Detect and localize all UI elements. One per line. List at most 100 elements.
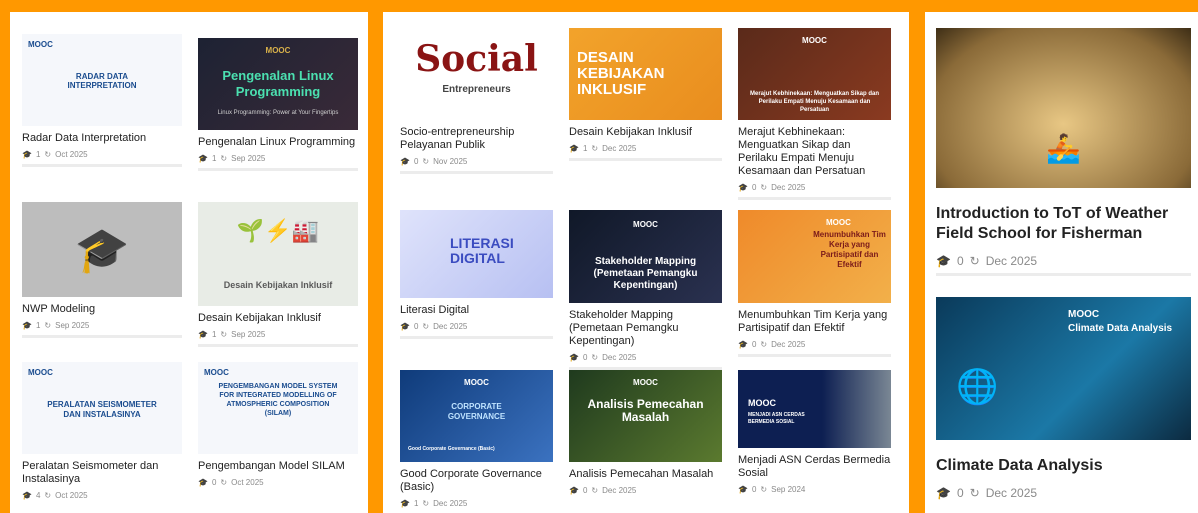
course-thumbnail[interactable]: MOOC Merajut Kebhinekaan: Menguatkan Sik… <box>738 28 891 120</box>
course-title[interactable]: Good Corporate Governance (Basic) <box>400 468 553 494</box>
refresh-icon: ↻ <box>422 157 430 166</box>
course-card[interactable]: MOOC Merajut Kebhinekaan: Menguatkan Sik… <box>738 28 891 200</box>
thumb-text: Pengenalan Linux Programming <box>222 68 334 99</box>
graduation-cap-icon: 🎓 <box>936 486 951 500</box>
thumb-tag: MOOC <box>28 40 53 49</box>
course-title[interactable]: Pengembangan Model SILAM <box>198 460 358 473</box>
course-title[interactable]: Desain Kebijakan Inklusif <box>569 126 722 139</box>
course-title[interactable]: Radar Data Interpretation <box>22 132 182 145</box>
thumb-subtext: Good Corporate Governance (Basic) <box>408 446 495 452</box>
enroll-count: 0 <box>582 486 588 495</box>
course-thumbnail[interactable]: MOOC Menumbuhkan Tim Kerja yang Partisip… <box>738 210 891 303</box>
course-thumbnail[interactable]: Social Entrepreneurs <box>400 28 553 120</box>
course-thumbnail[interactable]: 🎓 <box>22 202 182 297</box>
course-thumbnail[interactable]: MOOC MENJADI ASN CERDAS BERMEDIA SOSIAL <box>738 370 891 448</box>
course-meta: 🎓 0 ↻ Dec 2025 <box>936 486 1191 500</box>
course-card[interactable]: MOOC Analisis Pemecahan Masalah Analisis… <box>569 370 722 495</box>
course-title[interactable]: Desain Kebijakan Inklusif <box>198 312 358 325</box>
thumb-text: MENJADI ASN CERDAS BERMEDIA SOSIAL <box>748 412 805 425</box>
course-title[interactable]: Socio-entrepreneurship Pelayanan Publik <box>400 126 553 152</box>
graduation-cap-icon: 🎓 <box>22 491 32 500</box>
course-meta: 🎓 1 ↻ Dec 2025 <box>569 144 722 153</box>
course-thumbnail[interactable]: 🚣 <box>936 28 1191 188</box>
enroll-count: 1 <box>413 499 419 508</box>
course-card[interactable]: 🚣 Introduction to ToT of Weather Field S… <box>936 28 1191 276</box>
course-card[interactable]: MOOC Stakeholder Mapping (Pemetaan Peman… <box>569 210 722 370</box>
course-thumbnail[interactable]: LITERASI DIGITAL <box>400 210 553 298</box>
course-title[interactable]: Stakeholder Mapping (Pemetaan Pemangku K… <box>569 309 722 348</box>
course-thumbnail[interactable]: MOOC Stakeholder Mapping (Pemetaan Peman… <box>569 210 722 303</box>
thumb-tag: MOOC <box>204 368 229 377</box>
course-title[interactable]: Climate Data Analysis <box>936 456 1191 476</box>
course-card[interactable]: MOOC Menumbuhkan Tim Kerja yang Partisip… <box>738 210 891 357</box>
enroll-count: 1 <box>582 144 588 153</box>
course-card[interactable]: MOOC PENGEMBANGAN MODEL SYSTEM FOR INTEG… <box>198 362 358 487</box>
course-card[interactable]: MOOC Pengenalan Linux Programming Linux … <box>198 38 358 171</box>
graduation-cap-icon: 🎓 <box>569 353 579 362</box>
course-meta: 🎓 4 ↻ Oct 2025 <box>22 491 182 500</box>
course-date: Sep 2025 <box>231 330 266 339</box>
thumb-text: CORPORATE GOVERNANCE <box>447 402 506 421</box>
course-card[interactable]: MOOC PERALATAN SEISMOMETER DAN INSTALASI… <box>22 362 182 500</box>
enroll-count: 4 <box>35 491 41 500</box>
thumb-text: DESAIN KEBIJAKAN INKLUSIF <box>577 49 665 98</box>
course-date: Dec 2025 <box>433 322 468 331</box>
thumb-subtext: Linux Programming: Power at Your Fingert… <box>217 110 339 116</box>
graduation-cap-icon: 🎓 <box>738 183 748 192</box>
thumb-tag: MOOC <box>633 378 658 387</box>
thumb-tag: MOOC <box>826 218 851 227</box>
thumb-text: Climate Data Analysis <box>1068 323 1173 334</box>
course-title[interactable]: Analisis Pemecahan Masalah <box>569 468 722 481</box>
card-divider <box>936 273 1191 276</box>
thumb-text: Stakeholder Mapping (Pemetaan Pemangku K… <box>593 256 698 291</box>
fisherman-boat-icon: 🚣 <box>1046 133 1081 164</box>
course-meta: 🎓 1 ↻ Sep 2025 <box>198 154 358 163</box>
course-card[interactable]: LITERASI DIGITAL Literasi Digital 🎓 0 ↻ … <box>400 210 553 339</box>
graduation-cap-icon: 🎓 <box>198 478 208 487</box>
enroll-count: 0 <box>956 254 964 268</box>
course-thumbnail[interactable]: MOOC Analisis Pemecahan Masalah <box>569 370 722 462</box>
refresh-icon: ↻ <box>969 486 980 500</box>
enroll-count: 1 <box>35 150 41 159</box>
course-card[interactable]: 🌱⚡🏭 Desain Kebijakan Inklusif Desain Keb… <box>198 202 358 347</box>
course-card[interactable]: DESAIN KEBIJAKAN INKLUSIF Desain Kebijak… <box>569 28 722 161</box>
thumb-text: Desain Kebijakan Inklusif <box>223 280 333 290</box>
course-column-2: Social Entrepreneurs Socio-entrepreneurs… <box>383 12 909 513</box>
course-title[interactable]: Merajut Kebhinekaan: Menguatkan Sikap da… <box>738 126 891 178</box>
course-thumbnail[interactable]: MOOC PERALATAN SEISMOMETER DAN INSTALASI… <box>22 362 182 454</box>
course-card[interactable]: MOOC CORPORATE GOVERNANCE Good Corporate… <box>400 370 553 508</box>
course-thumbnail[interactable]: 🌱⚡🏭 Desain Kebijakan Inklusif <box>198 202 358 306</box>
enroll-count: 0 <box>751 340 757 349</box>
course-date: Nov 2025 <box>433 157 468 166</box>
course-thumbnail[interactable]: MOOC RADAR DATA INTERPRETATION <box>22 34 182 126</box>
course-title[interactable]: NWP Modeling <box>22 303 182 316</box>
course-title[interactable]: Menjadi ASN Cerdas Bermedia Sosial <box>738 454 891 480</box>
course-date: Dec 2025 <box>602 486 637 495</box>
refresh-icon: ↻ <box>44 150 52 159</box>
course-thumbnail[interactable]: MOOC PENGEMBANGAN MODEL SYSTEM FOR INTEG… <box>198 362 358 454</box>
graduation-cap-icon: 🎓 <box>400 322 410 331</box>
course-thumbnail[interactable]: MOOC Pengenalan Linux Programming Linux … <box>198 38 358 130</box>
course-card[interactable]: Social Entrepreneurs Socio-entrepreneurs… <box>400 28 553 174</box>
refresh-icon: ↻ <box>760 485 768 494</box>
course-card[interactable]: MOOC RADAR DATA INTERPRETATION Radar Dat… <box>22 34 182 167</box>
course-column-1: MOOC RADAR DATA INTERPRETATION Radar Dat… <box>10 12 368 513</box>
course-thumbnail[interactable]: MOOC CORPORATE GOVERNANCE Good Corporate… <box>400 370 553 462</box>
course-meta: 🎓 1 ↻ Dec 2025 <box>400 499 553 508</box>
course-thumbnail[interactable]: DESAIN KEBIJAKAN INKLUSIF <box>569 28 722 120</box>
course-title[interactable]: Pengenalan Linux Programming <box>198 136 358 149</box>
course-card[interactable]: MOOC MENJADI ASN CERDAS BERMEDIA SOSIAL … <box>738 370 891 494</box>
course-thumbnail[interactable]: MOOC Climate Data Analysis 🌐 <box>936 297 1191 440</box>
course-date: Dec 2025 <box>433 499 468 508</box>
course-title[interactable]: Menumbuhkan Tim Kerja yang Partisipatif … <box>738 309 891 335</box>
course-title[interactable]: Introduction to ToT of Weather Field Sch… <box>936 204 1191 244</box>
course-card[interactable]: 🎓 NWP Modeling 🎓 1 ↻ Sep 2025 <box>22 202 182 338</box>
card-divider <box>400 336 553 339</box>
course-title[interactable]: Literasi Digital <box>400 304 553 317</box>
course-date: Dec 2025 <box>771 340 806 349</box>
course-title[interactable]: Peralatan Seismometer dan Instalasinya <box>22 460 182 486</box>
course-meta: 🎓 1 ↻ Oct 2025 <box>22 150 182 159</box>
course-date: Sep 2025 <box>55 321 90 330</box>
course-card[interactable]: MOOC Climate Data Analysis 🌐 Climate Dat… <box>936 297 1191 500</box>
graduation-cap-icon: 🎓 <box>22 321 32 330</box>
